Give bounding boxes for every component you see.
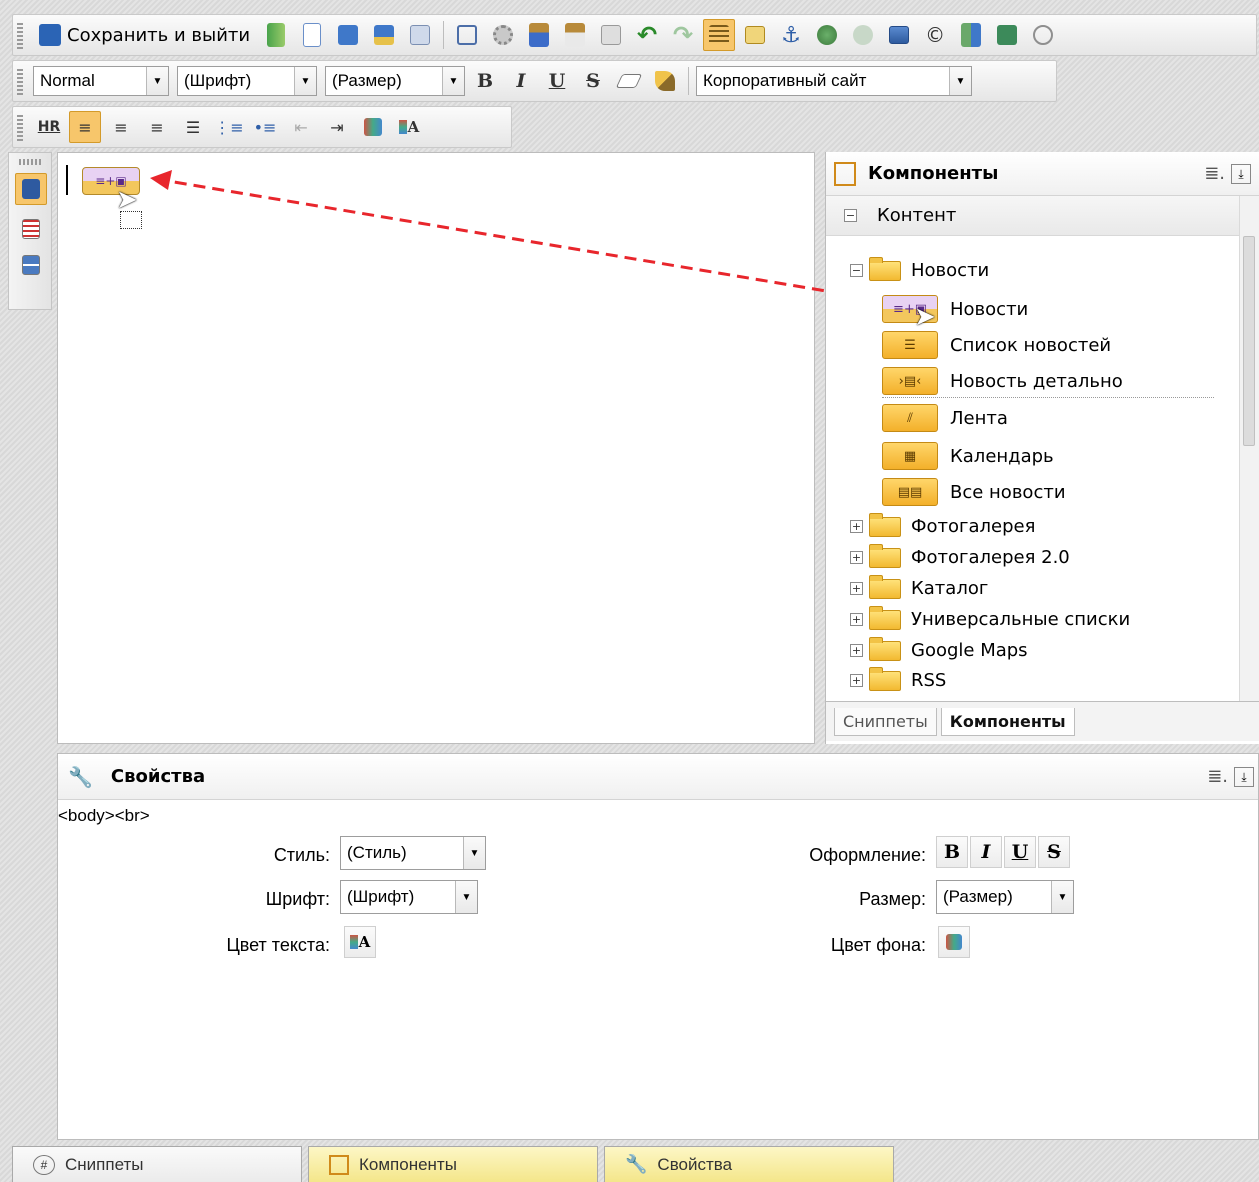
properties-panel: 🔧 Свойства ≣. ⤓ <body><br> Стиль: (Стиль… (57, 753, 1259, 1140)
components-panel: Компоненты ≣. ⤓ − Контент − Новости ≡+▣ … (825, 152, 1259, 744)
all-news-icon: ▤▤ (882, 478, 938, 506)
panel-menu-icon[interactable]: ≣. (1207, 766, 1228, 787)
chevron-down-icon: ▼ (455, 881, 477, 913)
tree-item-news-list[interactable]: ☰ Список новостей (882, 331, 1111, 359)
folder-icon (869, 512, 901, 537)
folder-icon (869, 574, 901, 599)
expand-icon[interactable]: + (850, 613, 863, 626)
bottom-tab-properties[interactable]: 🔧 Свойства (604, 1146, 894, 1182)
wrench-icon: 🔧 (625, 1154, 648, 1174)
tree-item-news-detail[interactable]: ›▤‹ Новость детально (882, 367, 1123, 395)
content-section[interactable]: − Контент (826, 196, 1259, 236)
italic-button[interactable]: I (970, 836, 1002, 868)
tree-item-feed[interactable]: ⫽ Лента (882, 404, 1008, 432)
scrollbar-thumb[interactable] (1243, 236, 1255, 446)
properties-panel-header: 🔧 Свойства ≣. ⤓ (58, 754, 1258, 800)
tree-item-news[interactable]: ≡+▣ Новости (882, 295, 1028, 323)
calendar-icon: ▦ (882, 442, 938, 470)
text-color-icon[interactable]: A (344, 926, 376, 958)
tree-item-all-news[interactable]: ▤▤ Все новости (882, 478, 1066, 506)
tree-folder-gallery[interactable]: + Фотогалерея (850, 512, 1035, 537)
expand-icon[interactable]: + (850, 551, 863, 564)
news-detail-icon: ›▤‹ (882, 367, 938, 395)
expand-icon[interactable]: + (850, 644, 863, 657)
folder-icon (869, 636, 901, 661)
news-list-icon: ☰ (882, 331, 938, 359)
tree-divider (882, 397, 1214, 398)
size-label: Размер: (859, 889, 926, 909)
chevron-down-icon: ▼ (463, 837, 485, 869)
panel-pin-icon[interactable]: ⤓ (1234, 766, 1254, 787)
expand-icon[interactable]: + (850, 520, 863, 533)
open-folder-icon (869, 256, 901, 281)
underline-button[interactable]: U (1004, 836, 1036, 868)
text-color-label: Цвет текста: (226, 935, 330, 955)
tree-folder-google-maps[interactable]: + Google Maps (850, 636, 1028, 661)
folder-icon (869, 666, 901, 691)
font-label: Шрифт: (265, 889, 330, 909)
snippets-icon: # (33, 1154, 55, 1175)
tree-item-calendar[interactable]: ▦ Календарь (882, 442, 1054, 470)
size-property-select[interactable]: (Размер) ▼ (936, 880, 1074, 914)
background-color-icon[interactable] (938, 926, 970, 958)
strikethrough-button[interactable]: S (1038, 836, 1070, 868)
components-icon (834, 161, 856, 186)
tree-folder-news[interactable]: − Новости (850, 256, 989, 281)
panel-pin-icon[interactable]: ⤓ (1231, 163, 1251, 184)
folder-icon (869, 605, 901, 630)
tree-folder-gallery-2[interactable]: + Фотогалерея 2.0 (850, 543, 1070, 568)
tree-folder-rss[interactable]: + RSS (850, 666, 946, 691)
expand-icon[interactable]: + (850, 674, 863, 687)
components-scrollbar[interactable] (1239, 196, 1259, 701)
components-icon (329, 1154, 349, 1175)
feed-icon: ⫽ (882, 404, 938, 432)
bold-button[interactable]: B (936, 836, 968, 868)
bg-color-label: Цвет фона: (830, 935, 926, 955)
tab-components[interactable]: Компоненты (940, 707, 1075, 736)
properties-panel-title: Свойства (110, 766, 206, 787)
wrench-icon: 🔧 (68, 764, 93, 789)
folder-icon (869, 543, 901, 568)
tree-folder-universal-lists[interactable]: + Универсальные списки (850, 605, 1130, 630)
collapse-icon[interactable]: − (844, 209, 857, 222)
chevron-down-icon: ▼ (1051, 881, 1073, 913)
components-panel-header: Компоненты ≣. ⤓ (826, 152, 1259, 196)
bottom-tab-components[interactable]: Компоненты (308, 1146, 598, 1182)
expand-icon[interactable]: + (850, 582, 863, 595)
panel-menu-icon[interactable]: ≣. (1204, 163, 1225, 184)
tag-path[interactable]: <body><br> (58, 806, 150, 826)
tree-folder-catalog[interactable]: + Каталог (850, 574, 988, 599)
collapse-icon[interactable]: − (850, 264, 863, 277)
tab-snippets[interactable]: Сниппеты (834, 707, 937, 736)
pointer-cursor-icon: ➤ (914, 302, 936, 332)
components-panel-tabs: Сниппеты Компоненты (826, 701, 1259, 741)
bottom-tab-snippets[interactable]: # Сниппеты (12, 1146, 302, 1182)
decoration-label: Оформление: (809, 845, 926, 865)
font-property-select[interactable]: (Шрифт) ▼ (340, 880, 478, 914)
style-label: Стиль: (273, 845, 330, 865)
style-property-select[interactable]: (Стиль) ▼ (340, 836, 486, 870)
components-panel-title: Компоненты (868, 163, 999, 184)
decoration-buttons: B I U S (936, 836, 1070, 868)
